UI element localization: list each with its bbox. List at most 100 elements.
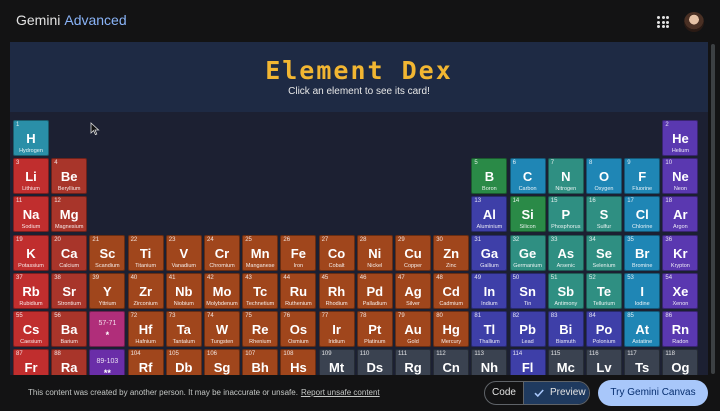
element-tile-antimony[interactable]: 51 Sb Antimony (547, 272, 584, 309)
element-tile-palladium[interactable]: 46 Pd Palladium (356, 272, 393, 309)
element-tile-iodine[interactable]: 53 I Iodine (624, 272, 661, 309)
element-tile-rhenium[interactable]: 75 Re Rhenium (242, 311, 279, 347)
element-tile-thallium[interactable]: 81 Tl Thallium (471, 311, 508, 347)
element-tile-yttrium[interactable]: 39 Y Yttrium (89, 272, 126, 309)
element-tile-rhodium[interactable]: 45 Rh Rhodium (318, 272, 355, 309)
element-tile-iron[interactable]: 26 Fe Iron (280, 234, 317, 271)
element-tile-radon[interactable]: 86 Rn Radon (662, 311, 699, 347)
element-tile-copper[interactable]: 29 Cu Copper (395, 234, 431, 271)
element-tile-lithium[interactable]: 3 Li Lithium (13, 158, 49, 195)
element-tile-moscovium[interactable]: 115McMoscovium (547, 349, 584, 375)
code-tab[interactable]: Code (485, 382, 523, 404)
element-tile-tantalum[interactable]: 73 Ta Tantalum (165, 311, 202, 347)
element-tile-tennessine[interactable]: 117TsTennessine (624, 349, 661, 375)
element-tile-oxygen[interactable]: 8 O Oxygen (586, 158, 622, 195)
element-tile-cobalt[interactable]: 27 Co Cobalt (318, 234, 355, 271)
element-tile-germanium[interactable]: 32 Ge Germanium (509, 234, 546, 271)
element-tile-magnesium[interactable]: 12 Mg Magnesium (51, 196, 88, 233)
element-tile-hafnium[interactable]: 72 Hf Hafnium (127, 311, 164, 347)
element-tile-bromine[interactable]: 35 Br Bromine (624, 234, 661, 271)
element-tile-zinc[interactable]: 30 Zn Zinc (433, 234, 470, 271)
element-tile-gold[interactable]: 79 Au Gold (395, 311, 431, 347)
element-tile-beryllium[interactable]: 4 Be Beryllium (51, 158, 88, 195)
element-tile-radium[interactable]: 88RaRadium (51, 349, 88, 375)
element-tile-vanadium[interactable]: 23 V Vanadium (165, 234, 202, 271)
element-tile-aluminium[interactable]: 13 Al Aluminium (471, 196, 508, 233)
element-tile-cadmium[interactable]: 48 Cd Cadmium (433, 272, 470, 309)
element-tile-hassium[interactable]: 108HsHassium (280, 349, 317, 375)
element-tile-gallium[interactable]: 31 Ga Gallium (471, 234, 508, 271)
element-tile-rubidium[interactable]: 37 Rb Rubidium (13, 272, 49, 309)
element-tile-titanium[interactable]: 22 Ti Titanium (127, 234, 164, 271)
canvas-scrollbar[interactable] (711, 44, 715, 374)
element-tile-barium[interactable]: 56 Ba Barium (51, 311, 88, 347)
element-tile-mercury[interactable]: 80 Hg Mercury (433, 311, 470, 347)
app-brand[interactable]: Gemini Advanced (16, 12, 127, 28)
element-tile-potassium[interactable]: 19 K Potassium (13, 234, 49, 271)
element-tile-lead[interactable]: 82 Pb Lead (509, 311, 546, 347)
element-tile-tin[interactable]: 50 Sn Tin (509, 272, 546, 309)
element-tile-arsenic[interactable]: 33 As Arsenic (547, 234, 584, 271)
try-gemini-canvas-button[interactable]: Try Gemini Canvas (598, 380, 708, 406)
element-tile-roentgenium[interactable]: 111RgRoentgenium (395, 349, 431, 375)
element-tile-tellurium[interactable]: 52 Te Tellurium (586, 272, 622, 309)
element-number: 4 (54, 160, 58, 167)
element-tile-seaborgium[interactable]: 106SgSeaborgium (204, 349, 240, 375)
element-tile-silver[interactable]: 47 Ag Silver (395, 272, 431, 309)
element-tile-meitnerium[interactable]: 109MtMeitnerium (318, 349, 355, 375)
element-tile-sodium[interactable]: 11 Na Sodium (13, 196, 49, 233)
element-tile-xenon[interactable]: 54 Xe Xenon (662, 272, 699, 309)
report-unsafe-link[interactable]: Report unsafe content (301, 388, 380, 397)
element-tile-copernicium[interactable]: 112CnCopernicium (433, 349, 470, 375)
element-tile-caesium[interactable]: 55 Cs Caesium (13, 311, 49, 347)
element-tile-scandium[interactable]: 21 Sc Scandium (89, 234, 126, 271)
element-tile-series-57-71[interactable]: 57-71 * (89, 311, 126, 347)
element-tile-krypton[interactable]: 36 Kr Krypton (662, 234, 699, 271)
element-tile-bismuth[interactable]: 83 Bi Bismuth (547, 311, 584, 347)
element-tile-francium[interactable]: 87FrFrancium (13, 349, 49, 375)
element-tile-tungsten[interactable]: 74 W Tungsten (204, 311, 240, 347)
element-tile-osmium[interactable]: 76 Os Osmium (280, 311, 317, 347)
element-tile-carbon[interactable]: 6 C Carbon (509, 158, 546, 195)
element-tile-calcium[interactable]: 20 Ca Calcium (51, 234, 88, 271)
element-tile-oganesson[interactable]: 118OgOganesson (662, 349, 699, 375)
element-tile-indium[interactable]: 49 In Indium (471, 272, 508, 309)
element-tile-fluorine[interactable]: 9 F Fluorine (624, 158, 661, 195)
element-tile-niobium[interactable]: 41 Nb Niobium (165, 272, 202, 309)
element-tile-series-89-103[interactable]: 89-103 ** (89, 349, 126, 375)
element-tile-nihonium[interactable]: 113NhNihonium (471, 349, 508, 375)
element-tile-neon[interactable]: 10 Ne Neon (662, 158, 699, 195)
element-tile-hydrogen[interactable]: 1 H Hydrogen (13, 120, 49, 156)
element-tile-molybdenum[interactable]: 42 Mo Molybdenum (204, 272, 240, 309)
element-tile-darmstadtium[interactable]: 110DsDarmstadtium (356, 349, 393, 375)
element-tile-rutherfordium[interactable]: 104RfRutherfordium (127, 349, 164, 375)
element-symbol: Ra (60, 360, 78, 375)
element-tile-platinum[interactable]: 78 Pt Platinum (356, 311, 393, 347)
element-tile-bohrium[interactable]: 107BhBohrium (242, 349, 279, 375)
element-tile-iridium[interactable]: 77 Ir Iridium (318, 311, 355, 347)
element-tile-manganese[interactable]: 25 Mn Manganese (242, 234, 279, 271)
element-tile-flerovium[interactable]: 114FlFlerovium (509, 349, 546, 375)
element-tile-chlorine[interactable]: 17 Cl Chlorine (624, 196, 661, 233)
element-tile-helium[interactable]: 2 He Helium (662, 120, 699, 156)
element-tile-phosphorus[interactable]: 15 P Phosphorus (547, 196, 584, 233)
element-tile-boron[interactable]: 5 B Boron (471, 158, 508, 195)
element-tile-selenium[interactable]: 34 Se Selenium (586, 234, 622, 271)
element-tile-argon[interactable]: 18 Ar Argon (662, 196, 699, 233)
element-tile-dubnium[interactable]: 105DbDubnium (165, 349, 202, 375)
element-tile-strontium[interactable]: 38 Sr Strontium (51, 272, 88, 309)
element-tile-polonium[interactable]: 84 Po Polonium (586, 311, 622, 347)
element-tile-zirconium[interactable]: 40 Zr Zirconium (127, 272, 164, 309)
preview-tab[interactable]: Preview (523, 382, 589, 404)
element-tile-sulfur[interactable]: 16 S Sulfur (586, 196, 622, 233)
element-tile-ruthenium[interactable]: 44 Ru Ruthenium (280, 272, 317, 309)
element-tile-livermorium[interactable]: 116LvLivermorium (586, 349, 622, 375)
element-tile-astatine[interactable]: 85 At Astatine (624, 311, 661, 347)
apps-grid-icon[interactable] (657, 16, 669, 28)
element-tile-chromium[interactable]: 24 Cr Chromium (204, 234, 240, 271)
user-avatar[interactable] (684, 12, 704, 32)
element-tile-nickel[interactable]: 28 Ni Nickel (356, 234, 393, 271)
element-tile-nitrogen[interactable]: 7 N Nitrogen (547, 158, 584, 195)
element-tile-silicon[interactable]: 14 Si Silicon (509, 196, 546, 233)
element-tile-technetium[interactable]: 43 Tc Technetium (242, 272, 279, 309)
